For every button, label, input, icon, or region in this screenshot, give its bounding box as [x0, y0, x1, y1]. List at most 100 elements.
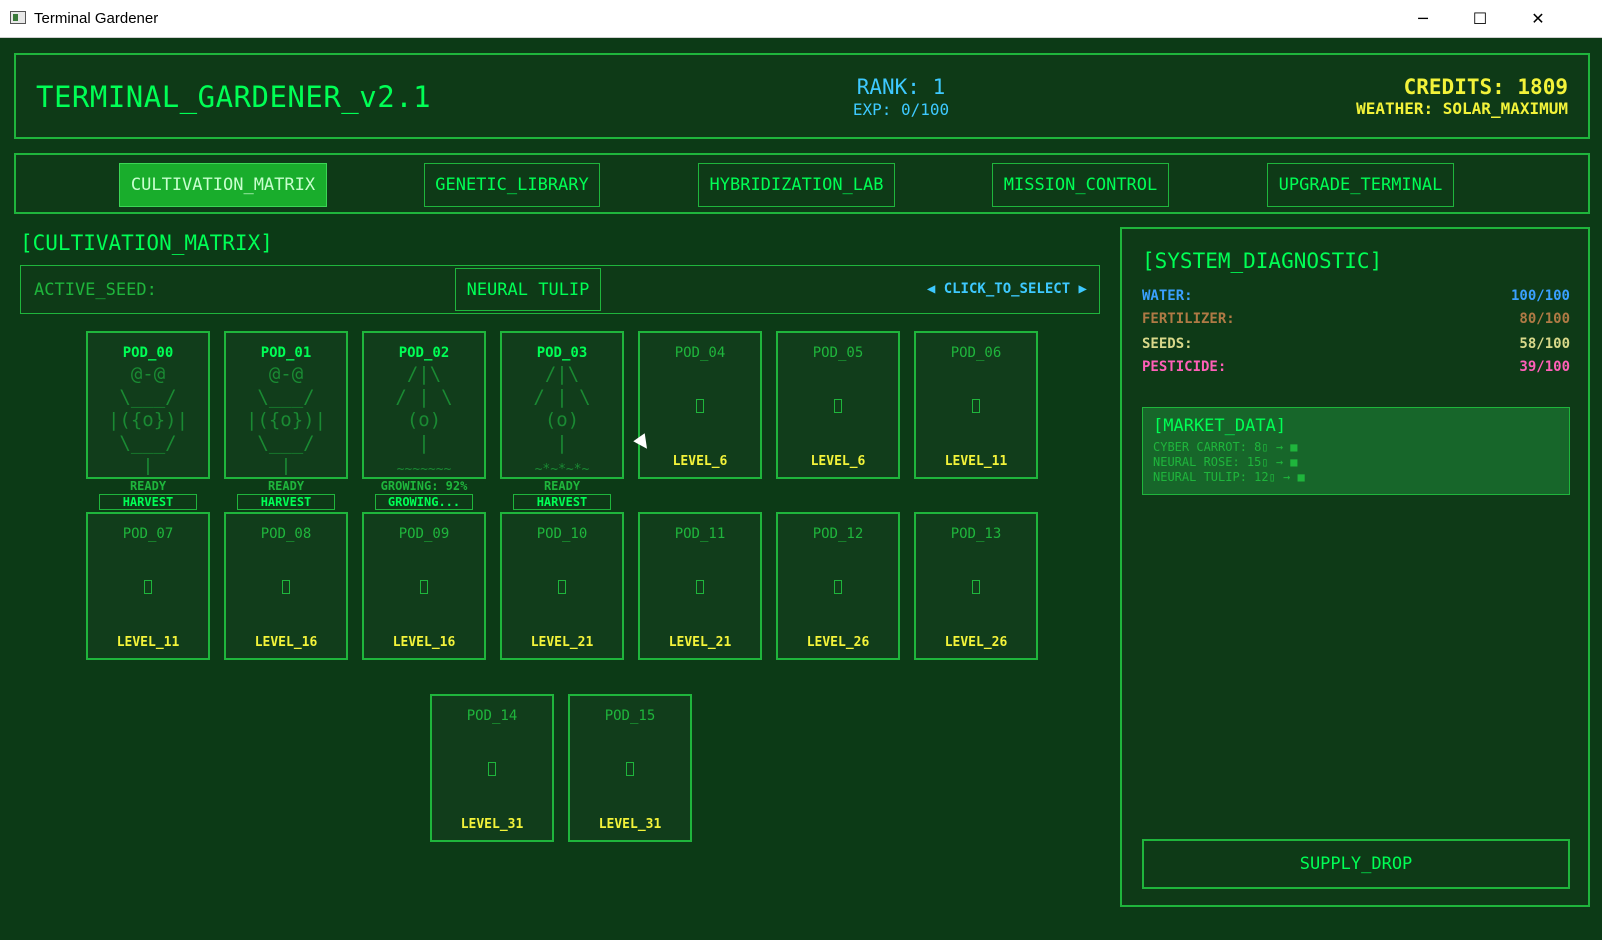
- pod-11[interactable]: POD_11 LEVEL_21: [638, 512, 762, 660]
- weather-display: WEATHER: SOLAR_MAXIMUM: [1356, 99, 1568, 118]
- pod-name: POD_14: [466, 708, 518, 724]
- pod-name: POD_04: [674, 345, 726, 361]
- harvest-button[interactable]: HARVEST: [513, 494, 611, 510]
- pod-08[interactable]: POD_08 LEVEL_16: [224, 512, 348, 660]
- pod-level: LEVEL_16: [254, 635, 318, 650]
- resource-label: WATER:: [1142, 288, 1193, 304]
- pod-02[interactable]: POD_02 /|\ / | \ (o) | ~~~~~~~: [362, 331, 486, 479]
- pod-03[interactable]: POD_03 /|\ / | \ (o) | ~*~*~*~: [500, 331, 624, 479]
- pod-00[interactable]: POD_00 @-@ \___/ |({o})| \___/ |: [86, 331, 210, 479]
- pod-name: POD_02: [398, 345, 450, 361]
- pod-level: LEVEL_31: [598, 817, 662, 832]
- market-title: [MARKET_DATA]: [1153, 416, 1287, 436]
- supply-drop-button[interactable]: SUPPLY_DROP: [1142, 839, 1570, 889]
- plant-art: @-@ \___/ |({o})| \___/ |: [107, 363, 189, 475]
- empty-slot-icon: [834, 399, 842, 413]
- pod-name: POD_06: [950, 345, 1002, 361]
- pod-01[interactable]: POD_01 @-@ \___/ |({o})| \___/ |: [224, 331, 348, 479]
- pod-level: LEVEL_16: [392, 635, 456, 650]
- pod-name: POD_10: [536, 526, 588, 542]
- tab-mission-control[interactable]: MISSION_CONTROL: [992, 163, 1169, 207]
- pod-05[interactable]: POD_05 LEVEL_6: [776, 331, 900, 479]
- pod-status: READY: [129, 479, 167, 493]
- resource-value: 80/100: [1519, 311, 1570, 327]
- resource-value: 39/100: [1519, 359, 1570, 375]
- header-panel: TERMINAL_GARDENER_v2.1 RANK: 1 EXP: 0/10…: [14, 53, 1590, 139]
- empty-slot-icon: [626, 762, 634, 776]
- pod-12[interactable]: POD_12 LEVEL_26: [776, 512, 900, 660]
- resource-label: FERTILIZER:: [1142, 311, 1235, 327]
- pod-soil: ~~~~~~~: [396, 462, 452, 477]
- active-seed-label: ACTIVE_SEED:: [34, 280, 157, 300]
- pod-level: LEVEL_26: [944, 635, 1008, 650]
- active-seed-button[interactable]: NEURAL TULIP: [455, 268, 601, 311]
- pod-level: LEVEL_6: [810, 454, 866, 469]
- market-row: CYBER CARROT: 8▯ → ■: [1153, 440, 1298, 454]
- empty-slot-icon: [558, 580, 566, 594]
- pod-14[interactable]: POD_14 LEVEL_31: [430, 694, 554, 842]
- pod-name: POD_01: [260, 345, 312, 361]
- resource-label: SEEDS:: [1142, 336, 1193, 352]
- window-titlebar: Terminal Gardener ─ ☐ ✕: [0, 0, 1602, 38]
- rank-display: RANK: 1: [856, 75, 946, 99]
- pod-level: LEVEL_6: [672, 454, 728, 469]
- pod-soil: ~*~*~*~: [534, 462, 590, 477]
- pod-04[interactable]: POD_04 LEVEL_6: [638, 331, 762, 479]
- tab-cultivation-matrix[interactable]: CULTIVATION_MATRIX: [119, 163, 327, 207]
- tab-genetic-library[interactable]: GENETIC_LIBRARY: [424, 163, 600, 207]
- empty-slot-icon: [420, 580, 428, 594]
- empty-slot-icon: [834, 580, 842, 594]
- resource-value: 100/100: [1510, 288, 1570, 304]
- seed-selector-hint[interactable]: ◀ CLICK_TO_SELECT ▶: [927, 281, 1087, 297]
- maximize-icon[interactable]: ☐: [1451, 0, 1509, 37]
- empty-slot-icon: [696, 399, 704, 413]
- empty-slot-icon: [144, 580, 152, 594]
- harvest-button[interactable]: HARVEST: [237, 494, 335, 510]
- pod-level: LEVEL_26: [806, 635, 870, 650]
- tab-hybridization-lab[interactable]: HYBRIDIZATION_LAB: [698, 163, 895, 207]
- pod-level: LEVEL_31: [460, 817, 524, 832]
- pod-level: LEVEL_11: [944, 454, 1008, 469]
- window-title: Terminal Gardener: [34, 10, 159, 27]
- empty-slot-icon: [972, 399, 980, 413]
- pod-name: POD_05: [812, 345, 864, 361]
- pod-status: GROWING: 92%: [380, 479, 468, 493]
- nav-bar: CULTIVATION_MATRIX GENETIC_LIBRARY HYBRI…: [14, 153, 1590, 214]
- empty-slot-icon: [282, 580, 290, 594]
- credits-display: CREDITS: 1809: [1403, 75, 1568, 99]
- pod-13[interactable]: POD_13 LEVEL_26: [914, 512, 1038, 660]
- pod-15[interactable]: POD_15 LEVEL_31: [568, 694, 692, 842]
- pod-06[interactable]: POD_06 LEVEL_11: [914, 331, 1038, 479]
- pod-name: POD_12: [812, 526, 864, 542]
- empty-slot-icon: [696, 580, 704, 594]
- close-icon[interactable]: ✕: [1509, 0, 1567, 37]
- minimize-icon[interactable]: ─: [1394, 0, 1452, 37]
- game-window: TERMINAL_GARDENER_v2.1 RANK: 1 EXP: 0/10…: [0, 38, 1602, 940]
- pod-name: POD_00: [122, 345, 174, 361]
- exp-display: EXP: 0/100: [852, 100, 950, 119]
- resource-value: 58/100: [1519, 336, 1570, 352]
- pod-level: LEVEL_11: [116, 635, 180, 650]
- plant-art: /|\ / | \ (o) |: [533, 363, 591, 454]
- pod-name: POD_13: [950, 526, 1002, 542]
- pod-level: LEVEL_21: [530, 635, 594, 650]
- pod-status: READY: [267, 479, 305, 493]
- market-row: NEURAL ROSE: 15▯ → ■: [1153, 455, 1298, 469]
- harvest-button[interactable]: HARVEST: [99, 494, 197, 510]
- pod-name: POD_11: [674, 526, 726, 542]
- pod-name: POD_15: [604, 708, 656, 724]
- pod-name: POD_07: [122, 526, 174, 542]
- pod-level: LEVEL_21: [668, 635, 732, 650]
- diagnostic-title: [SYSTEM_DIAGNOSTIC]: [1142, 249, 1383, 273]
- pod-07[interactable]: POD_07 LEVEL_11: [86, 512, 210, 660]
- system-diagnostic-panel: [SYSTEM_DIAGNOSTIC] WATER: 100/100 FERTI…: [1120, 227, 1590, 907]
- pod-10[interactable]: POD_10 LEVEL_21: [500, 512, 624, 660]
- empty-slot-icon: [488, 762, 496, 776]
- tab-upgrade-terminal[interactable]: UPGRADE_TERMINAL: [1267, 163, 1454, 207]
- market-data-panel: [MARKET_DATA] CYBER CARROT: 8▯ → ■ NEURA…: [1142, 407, 1570, 495]
- pod-name: POD_09: [398, 526, 450, 542]
- section-title: [CULTIVATION_MATRIX]: [20, 231, 273, 255]
- pod-09[interactable]: POD_09 LEVEL_16: [362, 512, 486, 660]
- plant-art: @-@ \___/ |({o})| \___/ |: [245, 363, 327, 475]
- pod-status: READY: [543, 479, 581, 493]
